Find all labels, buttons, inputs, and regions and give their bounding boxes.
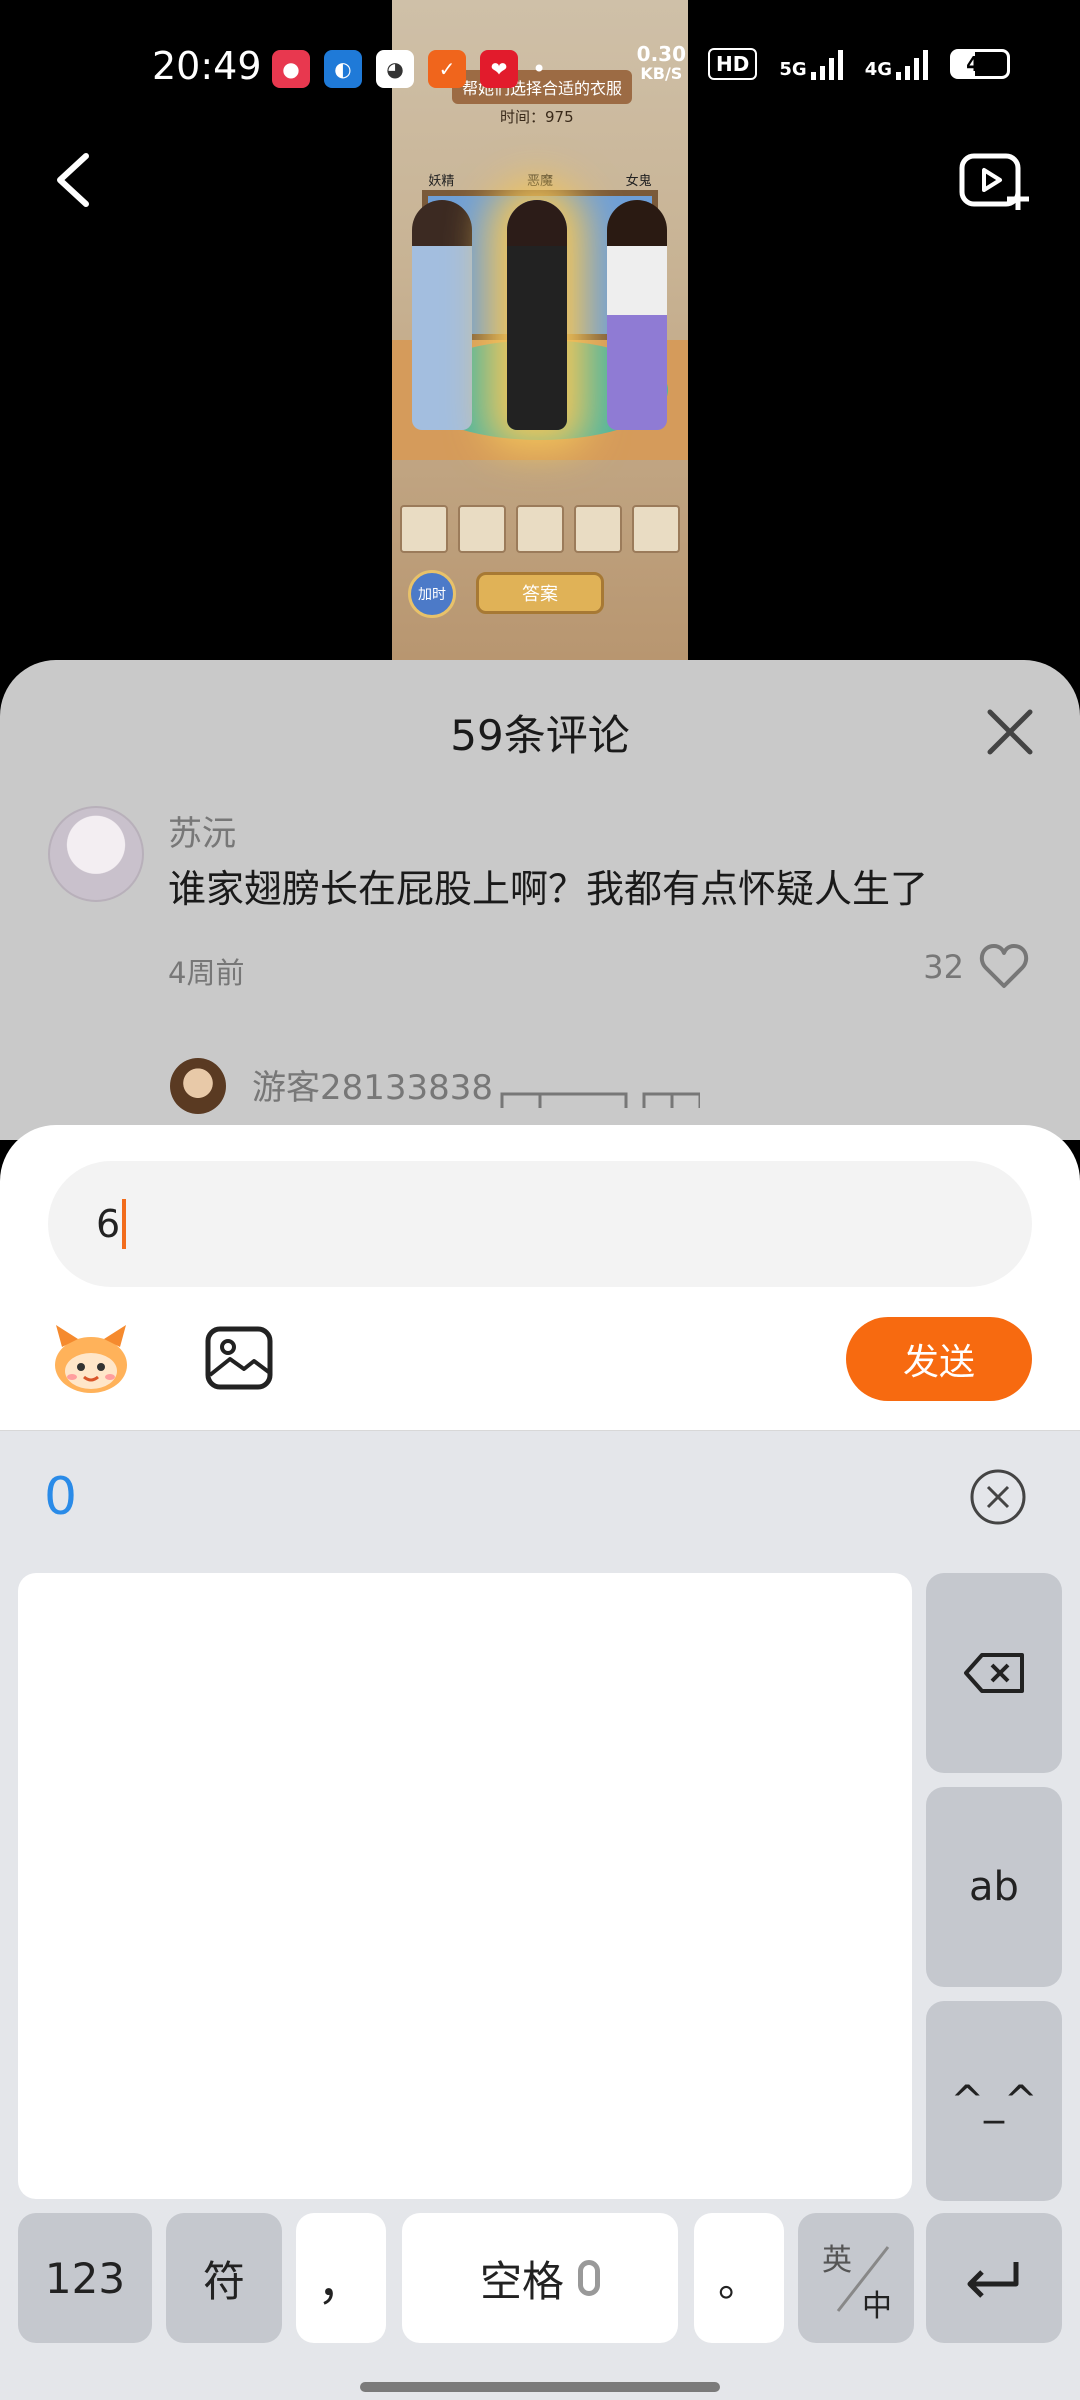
- status-time: 20:49: [152, 44, 262, 88]
- battery-icon: 41: [950, 49, 1010, 79]
- handwriting-pad[interactable]: [18, 1573, 912, 2199]
- numbers-key[interactable]: 123: [18, 2213, 152, 2343]
- close-icon[interactable]: [984, 706, 1036, 758]
- enter-key[interactable]: [926, 2213, 1062, 2343]
- home-indicator[interactable]: [360, 2382, 720, 2392]
- game-item: [574, 505, 622, 553]
- network-speed-value: 0.30: [636, 42, 687, 66]
- avatar[interactable]: [48, 806, 144, 902]
- emoticon-key[interactable]: ^_^: [926, 2001, 1062, 2201]
- comment-time: 4周前: [168, 956, 245, 990]
- reply-avatar[interactable]: [170, 1058, 226, 1114]
- enter-icon: [967, 2262, 1019, 2298]
- video-area: 帮她们选择合适的衣服 时间：975 妖精 恶魔 女鬼 加时 答案 20:49 ●…: [0, 0, 1080, 700]
- network-speed-unit: KB/S: [640, 64, 683, 83]
- hd-badge: HD: [708, 48, 758, 80]
- more-notifications-icon: •: [532, 55, 547, 83]
- space-key[interactable]: 空格: [402, 2213, 678, 2343]
- back-arrow-icon[interactable]: [48, 150, 98, 210]
- game-item: [632, 505, 680, 553]
- label-demon: 恶魔: [526, 174, 553, 189]
- comment-input-panel: 6 发送: [0, 1125, 1080, 1430]
- game-items-row: [398, 505, 682, 553]
- comment-author[interactable]: 苏沅: [168, 806, 236, 855]
- add-video-icon[interactable]: [958, 150, 1030, 214]
- emoji-mascot-icon[interactable]: [48, 1321, 134, 1397]
- network-speed: 0.30 KB/S: [637, 44, 686, 84]
- signal-4g-label: 4G: [864, 59, 892, 80]
- shopping-app-icon: ✓: [428, 50, 466, 88]
- comments-title: 59条评论: [450, 711, 630, 760]
- label-fairy: 妖精: [428, 174, 455, 189]
- send-button[interactable]: 发送: [846, 1317, 1032, 1401]
- language-switch-key[interactable]: 英 中: [798, 2213, 914, 2343]
- backspace-icon: [964, 1653, 1024, 1693]
- signal-5g-icon: 5G: [779, 48, 843, 80]
- status-right-icons: 0.30 KB/S HD 5G 4G 41: [637, 44, 1010, 84]
- comment-input-value: 6: [96, 1202, 121, 1246]
- game-character-fairy: [412, 200, 472, 430]
- comment-text[interactable]: 谁家翅膀长在屁股上啊？我都有点怀疑人生了: [168, 858, 928, 913]
- game-answer-button: 答案: [476, 572, 604, 614]
- game-item: [400, 505, 448, 553]
- status-app-icons: ● ◐ ◕ ✓ ❤ •: [272, 50, 546, 88]
- signal-4g-icon: 4G: [865, 48, 928, 80]
- keyboard: 0 ab ^_^ 123 符 ， 空格 。 英 中: [0, 1430, 1080, 2400]
- recorder-app-icon: ●: [272, 50, 310, 88]
- status-bar: 20:49 ● ◐ ◕ ✓ ❤ • 0.30 KB/S HD 5G 4G 41: [0, 30, 1080, 110]
- game-character-labels: 妖精 恶魔 女鬼: [392, 170, 688, 189]
- like-count: 32: [923, 948, 964, 986]
- label-ghost: 女鬼: [625, 174, 652, 189]
- image-icon[interactable]: [204, 1325, 274, 1391]
- signal-5g-label: 5G: [779, 59, 807, 80]
- space-key-label: 空格: [479, 2256, 564, 2306]
- reply-author[interactable]: 游客28133838: [252, 1060, 493, 1109]
- browser-app-icon: ◐: [324, 50, 362, 88]
- pinduoduo-app-icon: ❤: [480, 50, 518, 88]
- period-key[interactable]: 。: [694, 2213, 784, 2343]
- microphone-icon: [578, 2260, 600, 2296]
- backspace-key[interactable]: [926, 1573, 1062, 1773]
- comma-key[interactable]: ，: [296, 2213, 386, 2343]
- game-character-demon: [507, 200, 567, 430]
- text-caret: [122, 1199, 127, 1249]
- symbols-key[interactable]: 符: [166, 2213, 282, 2343]
- clear-candidates-icon[interactable]: [968, 1467, 1028, 1527]
- comments-sheet: 59条评论 苏沅 谁家翅膀长在屁股上啊？我都有点怀疑人生了 4周前 32 游客2…: [0, 660, 1080, 1140]
- candidate-word[interactable]: 0: [44, 1467, 77, 1527]
- game-character-ghost: [607, 200, 667, 430]
- heart-icon[interactable]: [978, 942, 1030, 990]
- lang-chinese-label: 中: [862, 2289, 892, 2324]
- game-add-time-button: 加时: [408, 570, 456, 618]
- game-item: [458, 505, 506, 553]
- wechat-app-icon: ◕: [376, 50, 414, 88]
- abc-key[interactable]: ab: [926, 1787, 1062, 1987]
- reply-decoration-icon: [500, 1092, 700, 1108]
- game-item: [516, 505, 564, 553]
- comment-input[interactable]: 6: [48, 1161, 1032, 1287]
